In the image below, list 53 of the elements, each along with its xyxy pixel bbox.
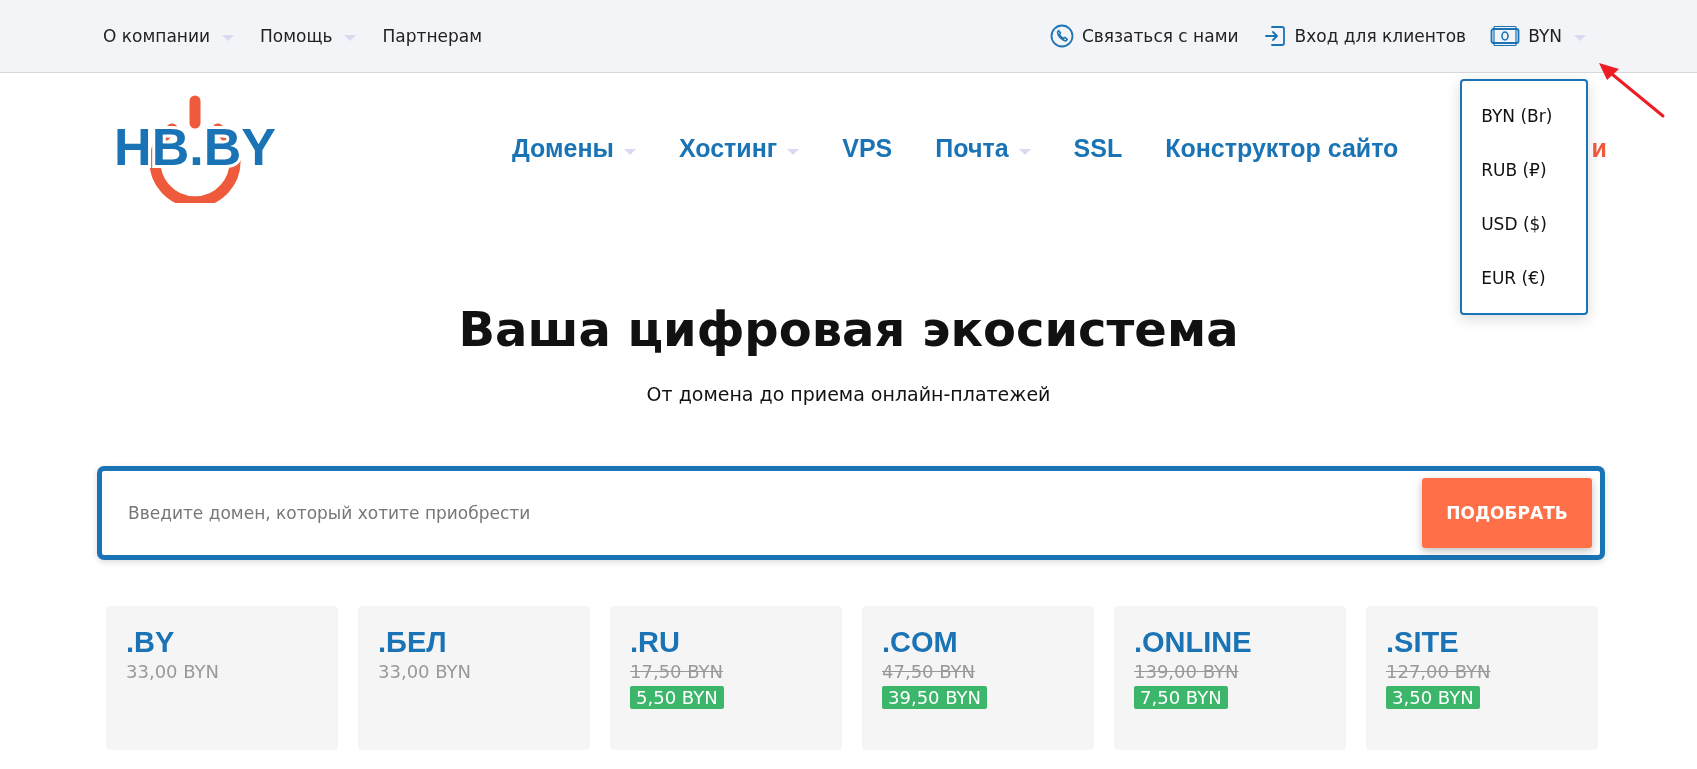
sale-price: 7,50 BYN [1134, 686, 1228, 709]
currency-option[interactable]: EUR (€) [1462, 251, 1587, 305]
hero-title: Ваша цифровая экосистема [457, 301, 1240, 357]
domain-zone: .БЕЛ [378, 626, 448, 659]
top-menu-link[interactable]: Помощь [260, 26, 357, 46]
domain-zone: .BY [126, 626, 176, 659]
nav-link[interactable]: Почта [935, 133, 1031, 163]
sale-price: 39,50 BYN [882, 686, 988, 709]
old-price: 127,00 BYN [1386, 661, 1492, 682]
currency-selector[interactable]: BYN [1490, 25, 1586, 47]
domain-search-field[interactable]: Введите домен, который хотите приобрести ПОДОБРАТЬ [97, 466, 1605, 560]
login-icon [1262, 24, 1287, 48]
top-menu-link[interactable]: Партнерам [382, 26, 482, 46]
currency-option[interactable]: BYN (Br) [1462, 89, 1587, 143]
phone-icon [1049, 24, 1074, 48]
caret-icon [222, 35, 235, 41]
nav-link[interactable]: VPS [842, 133, 893, 163]
domain-zone: .COM [882, 626, 959, 659]
caret-icon [623, 149, 636, 155]
domain-card[interactable]: .SITE 127,00 BYN 3,50 BYN [1366, 606, 1598, 750]
caret-icon [1574, 35, 1586, 41]
domain-card[interactable]: .RU 17,50 BYN 5,50 BYN [610, 606, 842, 750]
domain-zone: .SITE [1386, 626, 1460, 659]
old-price: 47,50 BYN [882, 661, 977, 682]
domain-card[interactable]: .COM 47,50 BYN 39,50 BYN [862, 606, 1094, 750]
top-menu-link[interactable]: Вход для клиентов [1262, 24, 1467, 48]
search-button[interactable]: ПОДОБРАТЬ [1422, 478, 1592, 548]
sale-price: 5,50 BYN [630, 686, 724, 709]
domain-zone: .RU [630, 626, 681, 659]
nav-link[interactable]: Конструктор сайто [1165, 133, 1399, 163]
nav-link[interactable]: Домены [512, 133, 636, 163]
top-menu-link[interactable]: О компании [103, 26, 235, 46]
old-price: 139,00 BYN [1134, 661, 1240, 682]
hero-subtitle: От домена до приема онлайн-платежей [645, 383, 1052, 405]
nav-link[interactable]: и [1591, 133, 1607, 163]
nav-link[interactable]: SSL [1073, 133, 1123, 163]
caret-icon [787, 149, 800, 155]
domain-card[interactable]: .ONLINE 139,00 BYN 7,50 BYN [1114, 606, 1346, 750]
domain-zone: .ONLINE [1134, 626, 1253, 659]
price: 33,00 BYN [378, 661, 473, 682]
price: 33,00 BYN [126, 661, 221, 682]
banknote-icon [1490, 25, 1521, 47]
currency-option[interactable]: USD ($) [1462, 197, 1587, 251]
caret-icon [1018, 149, 1031, 155]
old-price: 17,50 BYN [630, 661, 725, 682]
annotation-arrow [1597, 60, 1667, 120]
caret-icon [344, 35, 357, 41]
top-menu-link[interactable]: Связаться с нами [1049, 24, 1239, 48]
domain-card[interactable]: .БЕЛ 33,00 BYN [358, 606, 590, 750]
sale-price: 3,50 BYN [1386, 686, 1480, 709]
nav-link[interactable]: Хостинг [678, 133, 800, 163]
currency-option[interactable]: RUB (₽) [1462, 143, 1587, 197]
domain-card[interactable]: .BY 33,00 BYN [106, 606, 338, 750]
